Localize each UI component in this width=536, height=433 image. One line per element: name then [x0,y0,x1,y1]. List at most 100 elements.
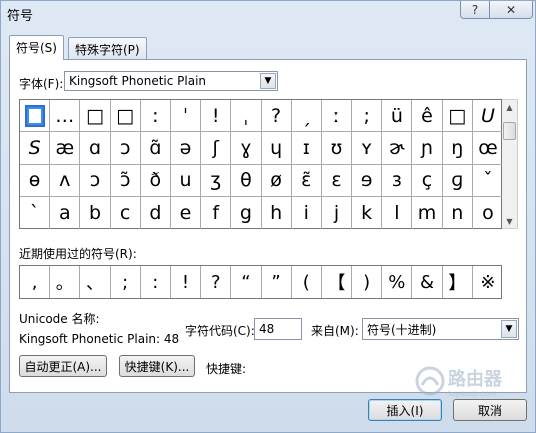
recent-symbol-cell[interactable]: ” [262,266,292,298]
from-select[interactable]: 符号(十进制) ▼ [362,318,519,340]
symbol-cell[interactable]: □ [20,100,51,133]
close-icon: ✕ [505,2,517,17]
tab-special-characters[interactable]: 特殊字符(P) [68,37,147,60]
symbol-cell[interactable]: ʃ [201,132,232,165]
symbol-cell[interactable]: œ [472,132,503,165]
symbol-cell[interactable]: n [443,196,473,229]
symbol-cell[interactable]: □ [110,100,141,133]
symbol-cell[interactable]: ç [412,164,443,197]
close-button[interactable]: ✕ [489,1,533,19]
symbol-cell[interactable]: e [171,196,202,229]
autocorrect-button[interactable]: 自动更正(A)... [19,355,107,377]
symbol-cell[interactable]: j [322,196,353,229]
symbol-cell[interactable]: ɔ [80,164,111,197]
symbol-cell[interactable]: ɔ̃ [110,164,141,197]
symbol-cell[interactable]: ʏ [352,132,383,165]
recent-symbol-cell[interactable]: ! [171,266,202,298]
symbol-cell[interactable]: ɑ̃ [140,132,171,165]
symbol-cell[interactable]: i [292,196,322,229]
symbol-cell[interactable]: ɛ [321,164,353,197]
symbol-cell[interactable]: h [262,196,292,229]
symbol-cell[interactable]: ɲ [412,132,443,165]
symbol-cell[interactable]: ! [201,100,232,133]
symbol-cell[interactable]: ɜ [382,164,413,197]
symbol-cell[interactable]: ð [140,164,171,197]
symbol-cell[interactable]: ꞉ [140,100,171,133]
recent-symbol-cell[interactable]: ※ [473,266,503,298]
recent-symbol-cell[interactable]: & [412,266,443,298]
chevron-down-icon[interactable]: ▼ [501,320,517,338]
symbol-cell[interactable]: ˌ [231,100,262,133]
symbol-cell[interactable]: ˇ [472,165,503,197]
recent-symbol-cell[interactable]: % [382,266,413,298]
scroll-down-icon[interactable]: ▼ [502,214,517,228]
help-button[interactable]: ? [460,1,490,19]
symbol-cell[interactable]: l [382,196,413,229]
symbol-cell[interactable]: S [20,132,51,165]
symbol-cell[interactable]: ? [261,100,292,133]
symbol-cell[interactable]: ɚ [382,132,413,165]
symbol-cell[interactable]: b [80,196,111,229]
symbol-cell[interactable]: g [231,196,262,229]
symbol-cell[interactable]: ɡ [442,164,473,197]
recent-symbol-cell[interactable]: “ [231,266,262,298]
recent-symbol-cell[interactable]: , [20,266,51,298]
symbol-cell[interactable]: d [141,196,171,229]
symbol-cell[interactable]: a [50,196,81,229]
symbol-cell[interactable]: … [50,100,81,133]
symbol-cell[interactable]: æ [50,132,81,165]
symbol-cell[interactable]: m [412,196,443,229]
symbol-cell[interactable]: ɵ [20,164,51,197]
font-label: 字体(F): [19,77,64,91]
symbol-cell[interactable]: c [111,196,141,229]
symbol-cell[interactable]: ê [412,100,443,133]
symbol-cell[interactable]: ɘ [352,164,383,197]
symbol-cell[interactable]: ø [261,164,292,197]
symbol-grid-scrollbar[interactable]: ▲ ▼ [502,99,518,229]
symbol-cell[interactable]: ʊ [321,132,353,165]
symbol-cell[interactable]: ɛ̃ [291,164,322,197]
symbol-cell[interactable]: f [201,196,232,229]
cancel-button[interactable]: 取消 [453,399,527,421]
symbol-cell[interactable]: ɥ [261,132,292,165]
recent-symbol-cell[interactable]: ? [201,266,232,298]
symbol-cell[interactable]: ɑ [80,132,111,165]
symbol-cell[interactable]: □ [442,100,473,133]
char-code-input[interactable]: 48 [254,318,302,340]
recent-symbol-cell[interactable]: ) [352,266,383,298]
symbol-cell[interactable]: ʒ [201,164,232,197]
symbol-cell[interactable]: ɪ [291,132,322,165]
symbol-cell[interactable]: ü [382,100,413,133]
symbol-cell[interactable]: ː [321,100,353,133]
symbol-cell[interactable]: ə [170,132,202,165]
symbol-cell[interactable]: ɔ [110,132,141,165]
symbol-cell[interactable]: ŋ [442,132,473,165]
recent-symbol-cell[interactable]: 、 [80,266,111,298]
recent-symbol-cell[interactable]: ; [111,266,141,298]
scroll-up-icon[interactable]: ▲ [502,100,517,114]
symbol-cell[interactable]: o [473,197,503,229]
insert-button[interactable]: 插入(I) [368,399,442,421]
recent-symbol-cell[interactable]: 】 [443,266,473,298]
symbol-cell[interactable]: ɣ [231,132,262,165]
recent-symbol-cell[interactable]: 。 [50,266,81,298]
symbol-cell[interactable]: k [352,196,383,229]
symbol-cell[interactable]: □ [80,100,111,133]
symbol-cell[interactable]: ˏ [291,100,322,133]
scrollbar-thumb[interactable] [503,122,516,140]
tab-symbols[interactable]: 符号(S) [9,35,64,60]
from-label: 来自(M): [311,324,359,338]
recent-symbol-cell[interactable]: 【 [322,266,353,298]
symbol-cell[interactable]: u [170,164,202,197]
symbol-cell[interactable]: ʌ [50,164,81,197]
symbol-cell[interactable]: θ [231,164,262,197]
recent-symbol-cell[interactable]: ( [292,266,322,298]
shortcut-key-button[interactable]: 快捷键(K)... [119,355,195,377]
symbol-cell[interactable]: ` [20,196,51,229]
recent-symbol-cell[interactable]: : [141,266,171,298]
chevron-down-icon[interactable]: ▼ [260,73,276,89]
symbol-cell[interactable]: U [472,100,503,133]
font-select[interactable]: Kingsoft Phonetic Plain ▼ [64,71,278,91]
symbol-cell[interactable]: ˈ [170,100,202,133]
symbol-cell[interactable]: ; [352,100,383,133]
